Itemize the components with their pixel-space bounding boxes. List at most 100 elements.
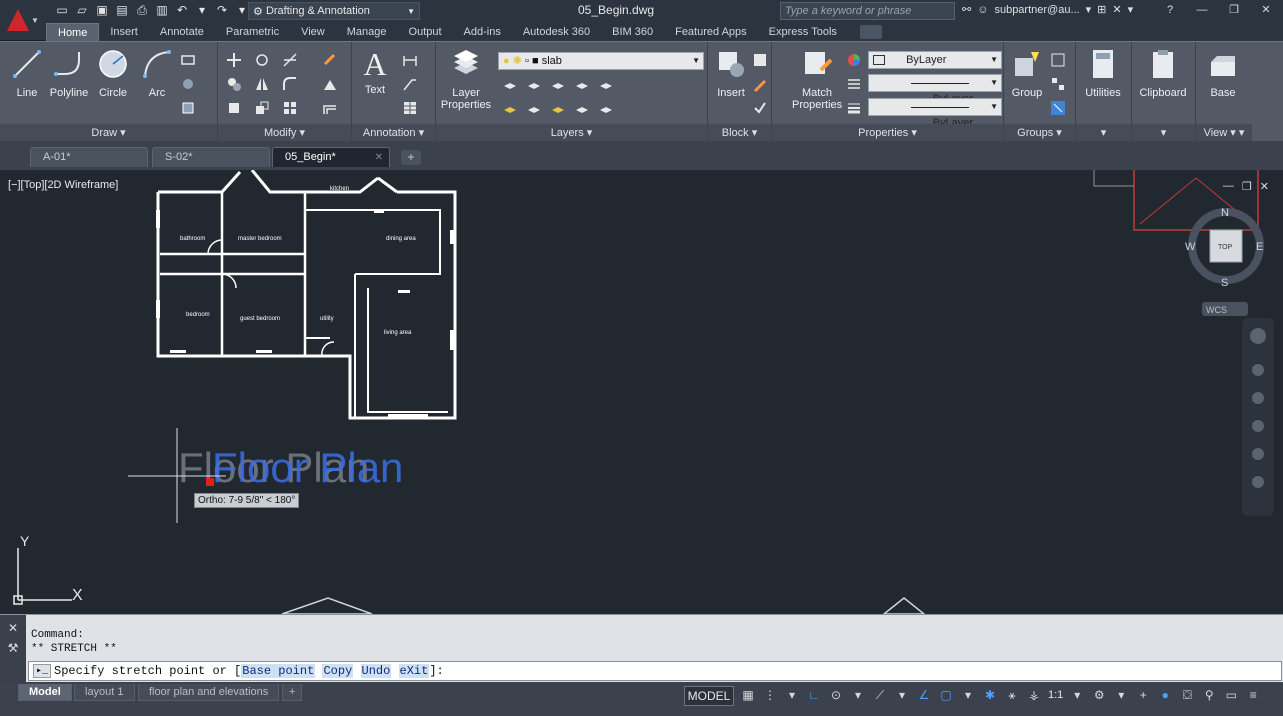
layout-tab-model[interactable]: Model	[18, 684, 72, 701]
object-snap-tracking-icon[interactable]: ∠	[916, 687, 932, 703]
close-icon[interactable]: ✕	[0, 621, 26, 635]
user-icon[interactable]: ☺	[977, 4, 988, 16]
plus-icon[interactable]: +	[1135, 687, 1151, 703]
chevron-down-icon[interactable]: ▾	[1113, 687, 1129, 703]
table-icon[interactable]	[402, 100, 418, 116]
edit-block-icon[interactable]	[752, 76, 768, 92]
tab-express-tools[interactable]: Express Tools	[758, 23, 848, 41]
group-select-icon[interactable]	[1050, 100, 1066, 116]
color-dropdown[interactable]: ByLayer ▼	[868, 51, 1002, 69]
chevron-down-icon[interactable]: ▾	[894, 687, 910, 703]
tab-autodesk-360[interactable]: Autodesk 360	[512, 23, 601, 41]
lineweight-icon[interactable]	[846, 100, 862, 116]
object-snap-icon[interactable]: ▢	[938, 687, 954, 703]
tab-view[interactable]: View	[290, 23, 336, 41]
copy-icon[interactable]	[226, 76, 242, 92]
group-tool[interactable]: Group	[1006, 48, 1048, 99]
clean-screen-icon[interactable]: ⚲	[1201, 687, 1217, 703]
chevron-down-icon[interactable]: ▾	[1086, 3, 1092, 16]
tab-bim-360[interactable]: BIM 360	[601, 23, 664, 41]
rotate-icon[interactable]	[254, 52, 270, 68]
file-tab-s02[interactable]: S-02*	[152, 147, 270, 167]
tab-add-ins[interactable]: Add-ins	[453, 23, 512, 41]
polyline-tool[interactable]: Polyline	[48, 48, 90, 99]
layer-tool-2-icon[interactable]	[526, 76, 542, 92]
undo-dropdown-icon[interactable]: ▾	[194, 2, 210, 18]
leader-icon[interactable]	[402, 76, 418, 92]
option-copy[interactable]: Copy	[322, 664, 354, 678]
chevron-down-icon[interactable]: ▾	[1128, 3, 1134, 16]
lineweight-dropdown[interactable]: ByLayer ▼	[868, 98, 1002, 129]
viewcube-north[interactable]: N	[1221, 207, 1229, 219]
close-icon[interactable]: ✕	[375, 148, 383, 167]
steering-wheel-icon[interactable]	[1250, 328, 1266, 344]
grid-icon[interactable]: ▦	[740, 687, 756, 703]
grip-point-icon[interactable]	[206, 478, 214, 486]
hardware-acceleration-icon[interactable]: ⛋	[1179, 687, 1195, 703]
wrench-icon[interactable]: ⚒	[0, 641, 26, 655]
add-layout-button[interactable]: +	[282, 684, 303, 701]
panel-annotation-footer[interactable]: Annotation ▾	[352, 124, 435, 142]
hatch-icon[interactable]	[180, 76, 196, 92]
layout-tab-layout1[interactable]: layout 1	[74, 684, 135, 701]
drawing-canvas[interactable]: bathroom master bedroom kitchen dining a…	[0, 170, 1283, 614]
panel-layers-footer[interactable]: Layers ▾	[436, 124, 707, 142]
panel-clipboard-footer[interactable]: ▾	[1132, 124, 1195, 142]
cart-icon[interactable]: ⊞	[1097, 3, 1106, 16]
line-tool[interactable]: Line	[6, 48, 48, 99]
panel-properties-footer[interactable]: Properties ▾	[772, 124, 1003, 142]
tab-parametric[interactable]: Parametric	[215, 23, 290, 41]
workspace-selector[interactable]: ⚙ Drafting & Annotation ▼	[248, 2, 420, 20]
create-block-icon[interactable]	[752, 52, 768, 68]
file-tab-05-begin[interactable]: 05_Begin* ✕	[272, 147, 390, 167]
circle-tool[interactable]: Circle	[92, 48, 134, 99]
binoculars-icon[interactable]: ⚯	[962, 3, 971, 16]
rectangle-icon[interactable]	[180, 52, 196, 68]
restore-button[interactable]: ❐	[1223, 2, 1245, 18]
stretch-icon[interactable]	[226, 100, 242, 116]
fillet-icon[interactable]	[282, 76, 298, 92]
viewport-close-button[interactable]: ✕	[1260, 180, 1269, 193]
edit-attributes-icon[interactable]	[752, 100, 768, 116]
ortho-icon[interactable]: ∟	[806, 687, 822, 703]
wcs-label[interactable]: WCS	[1206, 305, 1227, 315]
chevron-down-icon[interactable]: ▾	[960, 687, 976, 703]
layer-tool-8-icon[interactable]	[550, 100, 566, 116]
annotation-scale-value[interactable]: 1:1	[1048, 689, 1063, 701]
model-space-button[interactable]: MODEL	[684, 686, 734, 706]
text-tool[interactable]: A Text	[354, 48, 396, 96]
navbar-options-icon[interactable]	[1252, 476, 1264, 488]
layer-tool-5-icon[interactable]	[598, 76, 614, 92]
minimize-button[interactable]: —	[1191, 2, 1213, 18]
utilities-tool[interactable]: Utilities	[1082, 48, 1124, 99]
arc-tool[interactable]: Arc	[136, 48, 178, 99]
tab-insert[interactable]: Insert	[99, 23, 149, 41]
ungroup-icon[interactable]	[1050, 52, 1066, 68]
linetype-icon[interactable]	[846, 76, 862, 92]
save-as-icon[interactable]: ▤	[114, 2, 130, 18]
menu-icon[interactable]: ≡	[1245, 687, 1261, 703]
layer-tool-4-icon[interactable]	[574, 76, 590, 92]
layer-tool-6-icon[interactable]	[502, 100, 518, 116]
region-icon[interactable]	[180, 100, 196, 116]
viewport-restore-button[interactable]: ❐	[1242, 180, 1252, 193]
annotation-visibility-icon[interactable]: ✱	[982, 687, 998, 703]
group-edit-icon[interactable]	[1050, 76, 1066, 92]
new-file-icon[interactable]: ▭	[54, 2, 70, 18]
layer-tool-1-icon[interactable]	[502, 76, 518, 92]
polar-tracking-icon[interactable]: ⊙	[828, 687, 844, 703]
chevron-down-icon[interactable]: ▾	[850, 687, 866, 703]
zoom-icon[interactable]	[1252, 392, 1264, 404]
clipboard-tool[interactable]: Clipboard	[1132, 48, 1194, 99]
command-prompt-icon[interactable]: ▸_	[33, 664, 52, 678]
panel-modify-footer[interactable]: Modify ▾	[218, 124, 351, 142]
explode-icon[interactable]	[322, 76, 338, 92]
layer-dropdown[interactable]: ● ✺ ▫ ■ slab ▼	[498, 52, 704, 70]
chevron-down-icon[interactable]: ▾	[1069, 687, 1085, 703]
redo-icon[interactable]: ↷	[214, 2, 230, 18]
tab-home[interactable]: Home	[46, 23, 100, 41]
application-menu-button[interactable]: ▼	[0, 0, 46, 40]
viewcube-east[interactable]: E	[1256, 241, 1263, 253]
offset-icon[interactable]	[322, 100, 338, 116]
pan-icon[interactable]	[1252, 364, 1264, 376]
